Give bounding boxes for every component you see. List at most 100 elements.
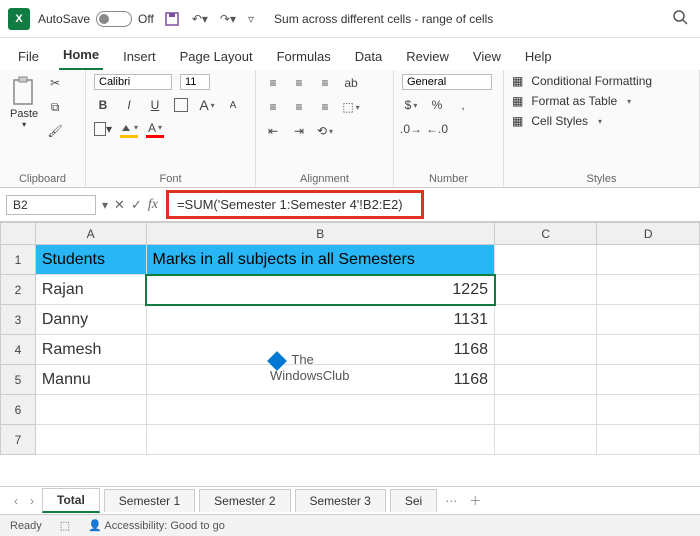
format-as-table-button[interactable]: ▦ Format as Table <box>512 94 631 108</box>
sheet-tab-sem1[interactable]: Semester 1 <box>104 489 195 512</box>
percent-button[interactable]: % <box>428 96 446 114</box>
undo-icon[interactable]: ↶▾ <box>192 12 208 26</box>
cell-d2[interactable] <box>597 275 700 305</box>
cell-d4[interactable] <box>597 335 700 365</box>
cell-b7[interactable] <box>146 425 494 455</box>
enter-formula-icon[interactable]: ✓ <box>131 197 142 213</box>
cell-c5[interactable] <box>495 365 597 395</box>
tab-help[interactable]: Help <box>521 43 556 70</box>
format-painter-icon[interactable]: 🖌 <box>46 122 64 140</box>
sheet-nav-prev-icon[interactable]: ‹ <box>10 494 22 508</box>
increase-indent-icon[interactable]: ⇥ <box>290 122 308 140</box>
align-center-icon[interactable]: ≡ <box>290 98 308 116</box>
font-size-select[interactable] <box>180 74 210 90</box>
tab-formulas[interactable]: Formulas <box>273 43 335 70</box>
sheet-tab-total[interactable]: Total <box>42 488 100 513</box>
cell-a3[interactable]: Danny <box>35 305 146 335</box>
toggle-switch-icon[interactable] <box>96 11 132 27</box>
align-left-icon[interactable]: ≡ <box>264 98 282 116</box>
orientation-button[interactable]: ⟲ <box>316 122 334 140</box>
cut-icon[interactable]: ✂ <box>46 74 64 92</box>
qat-dropdown-icon[interactable]: ▿ <box>248 12 254 26</box>
save-icon[interactable] <box>164 11 180 27</box>
row-header-4[interactable]: 4 <box>1 335 36 365</box>
sheet-tab-sem3[interactable]: Semester 3 <box>295 489 386 512</box>
row-header-6[interactable]: 6 <box>1 395 36 425</box>
copy-icon[interactable]: ⧉ <box>46 98 64 116</box>
cell-a1[interactable]: Students <box>35 245 146 275</box>
grow-font-button[interactable]: A <box>198 96 216 114</box>
name-box[interactable]: B2 <box>6 195 96 215</box>
row-header-5[interactable]: 5 <box>1 365 36 395</box>
tab-file[interactable]: File <box>14 43 43 70</box>
sheet-tab-sem2[interactable]: Semester 2 <box>199 489 290 512</box>
tab-data[interactable]: Data <box>351 43 386 70</box>
tab-insert[interactable]: Insert <box>119 43 160 70</box>
conditional-formatting-button[interactable]: ▦ Conditional Formatting <box>512 74 652 88</box>
column-header-c[interactable]: C <box>495 223 597 245</box>
cell-c4[interactable] <box>495 335 597 365</box>
cell-b1[interactable]: Marks in all subjects in all Semesters <box>146 245 494 275</box>
comma-button[interactable]: , <box>454 96 472 114</box>
cell-d1[interactable] <box>597 245 700 275</box>
cell-a2[interactable]: Rajan <box>35 275 146 305</box>
align-bottom-icon[interactable]: ≡ <box>316 74 334 92</box>
merge-button[interactable]: ⬚ <box>342 98 360 116</box>
spreadsheet-grid[interactable]: A B C D 1 Students Marks in all subjects… <box>0 222 700 486</box>
cancel-formula-icon[interactable]: ✕ <box>114 197 125 213</box>
row-header-3[interactable]: 3 <box>1 305 36 335</box>
column-header-d[interactable]: D <box>597 223 700 245</box>
formula-input[interactable]: =SUM('Semester 1:Semester 4'!B2:E2) <box>166 190 424 219</box>
row-header-2[interactable]: 2 <box>1 275 36 305</box>
shrink-font-button[interactable]: A <box>224 96 242 114</box>
accounting-format-icon[interactable]: $ <box>402 96 420 114</box>
align-middle-icon[interactable]: ≡ <box>290 74 308 92</box>
cell-b2[interactable]: 1225 <box>146 275 494 305</box>
cell-styles-button[interactable]: ▦ Cell Styles <box>512 114 602 128</box>
bold-button[interactable]: B <box>94 96 112 114</box>
cell-d6[interactable] <box>597 395 700 425</box>
tab-page-layout[interactable]: Page Layout <box>176 43 257 70</box>
row-header-1[interactable]: 1 <box>1 245 36 275</box>
cell-c7[interactable] <box>495 425 597 455</box>
new-sheet-icon[interactable]: ＋ <box>465 492 485 509</box>
italic-button[interactable]: I <box>120 96 138 114</box>
cell-b6[interactable] <box>146 395 494 425</box>
borders-dropdown[interactable]: ▾ <box>94 120 112 138</box>
redo-icon[interactable]: ↷▾ <box>220 12 236 26</box>
cell-a5[interactable]: Mannu <box>35 365 146 395</box>
number-format-select[interactable] <box>402 74 492 90</box>
paste-button[interactable]: Paste ▾ <box>8 74 40 131</box>
cell-a7[interactable] <box>35 425 146 455</box>
cell-c3[interactable] <box>495 305 597 335</box>
align-right-icon[interactable]: ≡ <box>316 98 334 116</box>
font-color-button[interactable]: A <box>146 120 164 138</box>
name-box-dropdown-icon[interactable]: ▾ <box>102 198 108 212</box>
column-header-b[interactable]: B <box>146 223 494 245</box>
tab-home[interactable]: Home <box>59 41 103 70</box>
fx-icon[interactable]: fx <box>148 197 158 213</box>
cell-b3[interactable]: 1131 <box>146 305 494 335</box>
font-name-select[interactable] <box>94 74 172 90</box>
border-button[interactable] <box>172 96 190 114</box>
fill-color-button[interactable] <box>120 120 138 138</box>
wrap-text-button[interactable]: ab <box>342 74 360 92</box>
row-header-7[interactable]: 7 <box>1 425 36 455</box>
cell-d5[interactable] <box>597 365 700 395</box>
sheet-tab-sem4[interactable]: Sei <box>390 489 437 512</box>
autosave-toggle[interactable]: AutoSave Off <box>38 11 154 27</box>
increase-decimal-icon[interactable]: .0→ <box>402 120 420 138</box>
cell-a6[interactable] <box>35 395 146 425</box>
search-icon[interactable] <box>672 9 692 29</box>
select-all-corner[interactable] <box>1 223 36 245</box>
align-top-icon[interactable]: ≡ <box>264 74 282 92</box>
sheet-nav-next-icon[interactable]: › <box>26 494 38 508</box>
cell-a4[interactable]: Ramesh <box>35 335 146 365</box>
cell-d7[interactable] <box>597 425 700 455</box>
cell-c6[interactable] <box>495 395 597 425</box>
column-header-a[interactable]: A <box>35 223 146 245</box>
underline-button[interactable]: U <box>146 96 164 114</box>
cell-c2[interactable] <box>495 275 597 305</box>
tab-review[interactable]: Review <box>402 43 453 70</box>
tab-view[interactable]: View <box>469 43 505 70</box>
